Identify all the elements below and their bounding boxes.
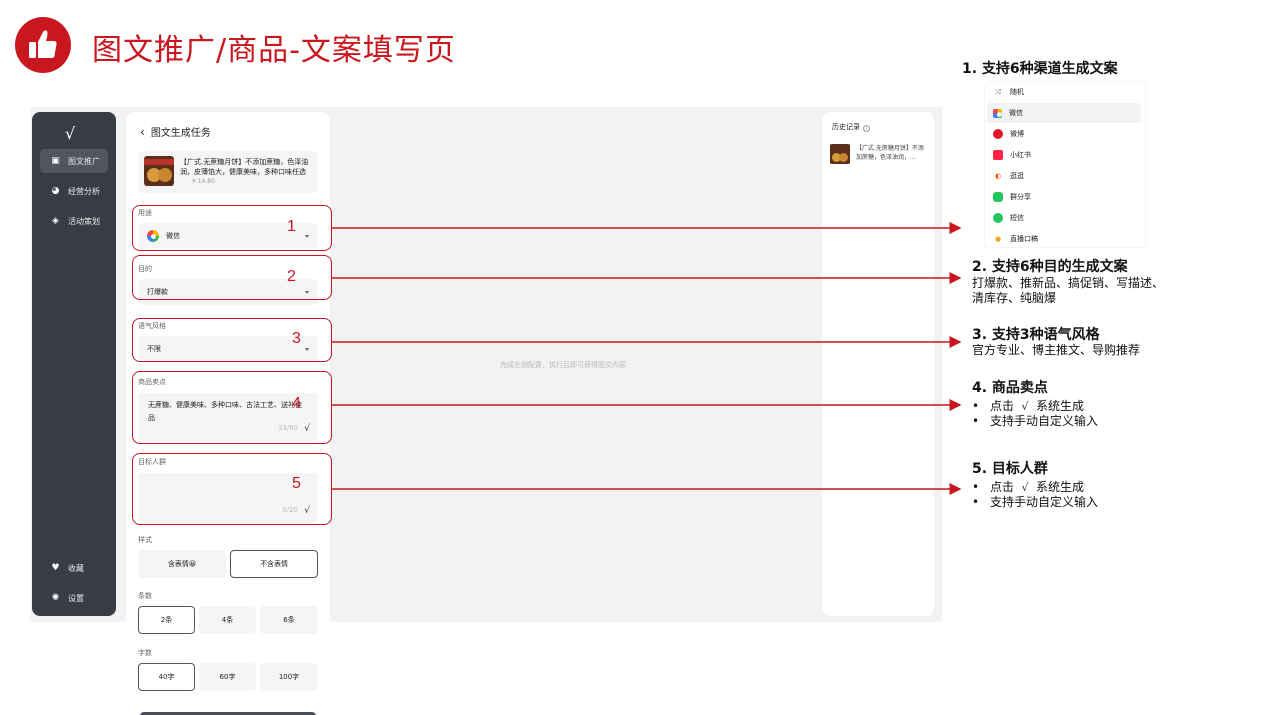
- channel-item-xiaohongshu[interactable]: 小红书: [987, 145, 1141, 165]
- shuffle-icon: ⤮: [995, 88, 1001, 96]
- note-text: 支持手动自定义输入: [990, 414, 1099, 428]
- channel-item-group-share[interactable]: 群分享: [987, 187, 1141, 207]
- note-text: 系统生成: [1036, 480, 1085, 494]
- weibo-icon: [993, 129, 1003, 139]
- note-1-heading: 1. 支持6种渠道生成文案: [962, 61, 1118, 77]
- channel-item-weibo[interactable]: 微博: [987, 124, 1141, 144]
- note-3-line-1: 官方专业、博主推文、导购推荐: [972, 343, 1141, 357]
- channel-item-random[interactable]: ⤮ 随机: [987, 82, 1141, 102]
- note-4-bullet-2: • 支持手动自定义输入: [972, 412, 1098, 429]
- sms-icon: [993, 213, 1003, 223]
- channel-label: 随机: [1010, 88, 1024, 96]
- group-share-icon: [993, 192, 1003, 202]
- channel-item-live-script[interactable]: ● 直播口稿: [987, 229, 1141, 249]
- note-2-line-2: 清库存、纯脑爆: [972, 291, 1057, 305]
- channel-dropdown: ⤮ 随机 微信 微博 小红书 ◐ 逛逛 群分享 短信 ● 直播口稿: [985, 82, 1145, 247]
- channel-label: 群分享: [1010, 193, 1031, 201]
- bullet-dot: •: [972, 399, 980, 413]
- note-2-heading: 2. 支持6种目的生成文案: [972, 259, 1128, 275]
- channel-label: 短信: [1010, 214, 1024, 222]
- note-text: 支持手动自定义输入: [990, 495, 1099, 509]
- channel-item-guangguang[interactable]: ◐ 逛逛: [987, 166, 1141, 186]
- note-4-heading: 4. 商品卖点: [972, 380, 1048, 396]
- channel-label: 微博: [1010, 130, 1024, 138]
- channel-label: 直播口稿: [1010, 235, 1038, 243]
- xiaohongshu-icon: [993, 150, 1003, 160]
- channel-label: 逛逛: [1010, 172, 1024, 180]
- note-2-line-1: 打爆款、推新品、搞促销、写描述、: [972, 276, 1165, 290]
- wechat-icon: [993, 108, 1002, 118]
- channel-label: 小红书: [1010, 151, 1031, 159]
- bullet-dot: •: [972, 414, 980, 428]
- channel-item-sms[interactable]: 短信: [987, 208, 1141, 228]
- note-text: 点击: [990, 480, 1015, 494]
- channel-item-wechat[interactable]: 微信: [987, 103, 1141, 123]
- microphone-icon: ●: [994, 235, 1002, 243]
- note-5-heading: 5. 目标人群: [972, 461, 1048, 477]
- bullet-dot: •: [972, 480, 980, 494]
- note-3-heading: 3. 支持3种语气风格: [972, 327, 1100, 343]
- bullet-dot: •: [972, 495, 980, 509]
- channel-label: 微信: [1009, 109, 1023, 117]
- note-text: 点击: [990, 399, 1015, 413]
- guangguang-icon: ◐: [994, 172, 1002, 180]
- note-5-bullet-2: • 支持手动自定义输入: [972, 493, 1098, 510]
- note-text: 系统生成: [1036, 399, 1085, 413]
